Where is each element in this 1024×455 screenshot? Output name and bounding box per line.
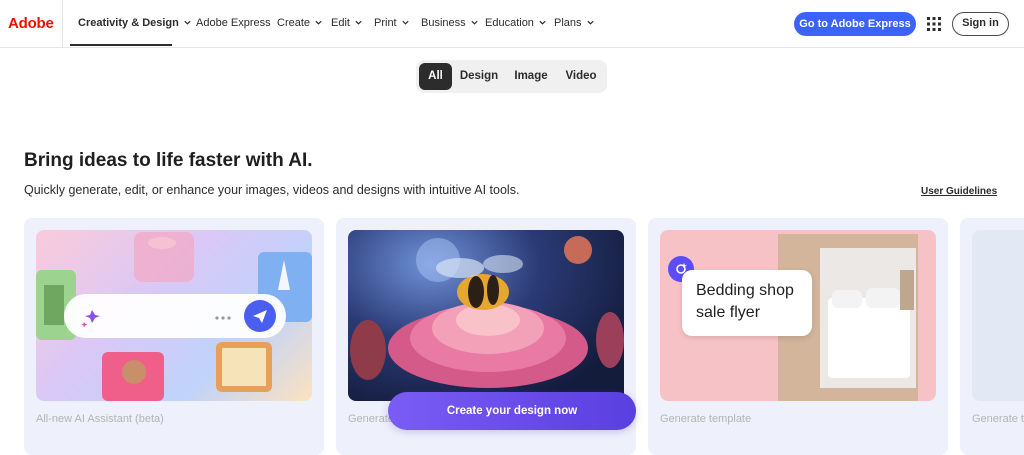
chevron-down-icon: [315, 20, 322, 25]
apps-grid-icon[interactable]: [927, 17, 941, 31]
chevron-down-icon: [355, 20, 362, 25]
nav-item-label: Create: [277, 17, 311, 29]
card-image: [972, 230, 1024, 401]
adobe-logo[interactable]: Adobe: [8, 15, 54, 32]
card-ai-assistant[interactable]: All-new AI Assistant (beta): [24, 218, 324, 455]
nav-item-label: Print: [374, 17, 397, 29]
user-guidelines-link[interactable]: User Guidelines: [921, 186, 997, 197]
card-caption: All-new AI Assistant (beta): [36, 413, 164, 425]
prompt-card: Bedding shop sale flyer: [682, 270, 812, 336]
nav-item-label: Plans: [554, 17, 582, 29]
filter-tabs: All Design Image Video: [416, 60, 607, 93]
top-nav: Adobe Creativity & Design Adobe Express …: [0, 0, 1024, 48]
card-caption: Generate template: [660, 413, 752, 425]
nav-item-label: Business: [421, 17, 466, 29]
sign-in-button[interactable]: Sign in: [952, 12, 1009, 36]
nav-item-business[interactable]: Business: [421, 17, 479, 29]
tab-design[interactable]: Design: [456, 63, 502, 90]
nav-item-print[interactable]: Print: [374, 17, 410, 29]
tab-all[interactable]: All: [419, 63, 452, 90]
page-title: Bring ideas to life faster with AI.: [24, 150, 313, 171]
nav-item-edit[interactable]: Edit: [331, 17, 363, 29]
nav-item-label: Adobe Express: [196, 17, 271, 29]
nav-item-label: Creativity & Design: [78, 17, 179, 29]
create-your-design-button[interactable]: Create your design now: [388, 392, 636, 430]
prompt-text: Bedding shop sale flyer: [696, 282, 794, 321]
nav-item-adobe-express[interactable]: Adobe Express: [196, 17, 271, 29]
card-generate-partial[interactable]: Generate t: [960, 218, 1024, 455]
card-caption: Generate t: [972, 413, 1024, 425]
chevron-down-icon: [471, 20, 478, 25]
card-generate-template[interactable]: Bedding shop sale flyer Generate templat…: [648, 218, 948, 455]
bee-on-flower-illustration: [350, 236, 624, 388]
chevron-down-icon: [402, 20, 409, 25]
nav-divider: [62, 0, 63, 47]
tab-image[interactable]: Image: [508, 63, 554, 90]
chevron-down-icon: [184, 20, 191, 25]
nav-item-creativity-design[interactable]: Creativity & Design: [78, 17, 192, 29]
nav-item-label: Edit: [331, 17, 350, 29]
chevron-down-icon: [539, 20, 546, 25]
nav-item-label: Education: [485, 17, 534, 29]
nav-item-plans[interactable]: Plans: [554, 17, 595, 29]
nav-item-education[interactable]: Education: [485, 17, 547, 29]
card-image: Bedding shop sale flyer: [660, 230, 936, 401]
chevron-down-icon: [586, 20, 594, 25]
tab-video[interactable]: Video: [560, 63, 602, 90]
page-subtitle: Quickly generate, edit, or enhance your …: [24, 183, 520, 197]
ai-assistant-illustration: [36, 232, 312, 401]
card-image: [348, 230, 624, 401]
go-to-adobe-express-button[interactable]: Go to Adobe Express: [794, 12, 916, 36]
card-image: [36, 230, 312, 401]
active-nav-indicator: [70, 44, 172, 46]
nav-item-create[interactable]: Create: [277, 17, 323, 29]
